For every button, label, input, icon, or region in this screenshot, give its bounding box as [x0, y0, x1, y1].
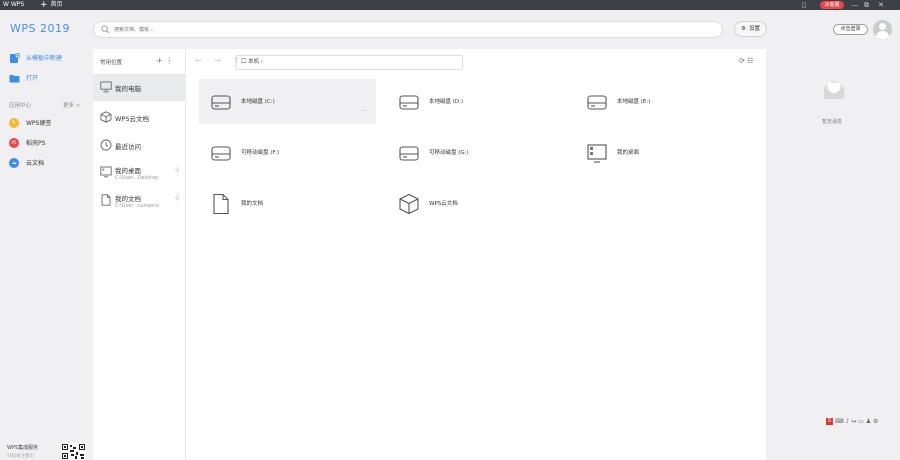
desktop-icon	[587, 144, 607, 163]
computer-small-icon: 🖵	[241, 59, 249, 65]
item-name: 我的文档	[241, 201, 264, 207]
recent-clock-icon	[100, 139, 112, 151]
hard-drive-icon	[399, 95, 419, 110]
integration-sub: 扫码关注我们	[7, 454, 34, 459]
skin-icon[interactable]: ▯	[802, 0, 806, 10]
documents-icon	[101, 194, 111, 206]
item-name: 本地磁盘 (D:)	[429, 99, 464, 105]
nav-item-label: 我的桌面	[115, 167, 141, 175]
nav-item-path: C:\User...cuments	[115, 203, 160, 209]
open-button[interactable]: 打开	[9, 73, 38, 84]
new-from-template-label: 从模板中新建	[26, 55, 63, 62]
apps-section-title: 应用中心	[9, 103, 32, 109]
hard-drive-icon	[587, 95, 607, 110]
folder-open-icon	[9, 73, 20, 84]
docer-ps-icon: PS	[9, 138, 19, 148]
removable-drive-icon	[399, 146, 419, 161]
nav-item-label: 我的文档	[115, 195, 141, 203]
more-options-icon[interactable]: ···	[362, 108, 368, 115]
location-nav: 常用位置 + ⋮ 我的电脑 WPS云文档 最近访问 我的桌面 C:\User..…	[93, 49, 186, 460]
add-tab-icon[interactable]: +	[40, 0, 48, 10]
nav-add-more-buttons[interactable]: + ⋮	[156, 56, 173, 65]
item-name: 可移动磁盘 (G:)	[429, 150, 469, 156]
cloud-doc-icon: ☁	[9, 158, 19, 168]
item-name: 本地磁盘 (E:)	[617, 99, 651, 105]
app-label: 稻壳PS	[26, 140, 46, 147]
file-content-area: ← → ↑ 🖵 本机 › ⟳ ☷ 本地磁盘 (C:) ··· 本地磁盘 (D:)…	[187, 49, 766, 460]
open-label: 打开	[26, 75, 39, 82]
maximize-button[interactable]: ⧉	[864, 0, 869, 10]
drive-item-c[interactable]: 本地磁盘 (C:) ···	[199, 79, 376, 124]
nav-item-label: 我的电脑	[115, 85, 141, 93]
search-icon	[101, 25, 110, 34]
system-tray: S ⌨ ♪ ↔ ▭ ♟ ⚙	[826, 418, 896, 427]
close-button[interactable]: ✕	[878, 0, 884, 10]
sticky-note-icon: ✎	[9, 118, 19, 128]
new-from-template-button[interactable]: 从模板中新建	[9, 52, 63, 64]
tab-home[interactable]: + 首页	[40, 0, 63, 10]
pin-icon[interactable]: ⚲	[175, 167, 179, 174]
settings-label: 设置	[748, 26, 760, 32]
search-input[interactable]	[114, 24, 414, 35]
message-envelope-icon	[824, 80, 844, 99]
item-name: WPS云文档	[429, 201, 458, 207]
app-item-cloud-doc[interactable]: ☁ 云文档	[9, 158, 44, 169]
folder-item-documents[interactable]: 我的文档	[199, 181, 376, 226]
app-label: 云文档	[26, 160, 45, 167]
nav-item-label: 最近访问	[115, 143, 141, 151]
nav-item-label: WPS云文档	[115, 115, 149, 123]
search-bar[interactable]	[93, 21, 723, 38]
nav-title: 常用位置	[100, 60, 123, 66]
address-path: 本机 ›	[248, 59, 264, 65]
pin-icon[interactable]: ⚲	[175, 195, 179, 202]
drive-item-e[interactable]: 本地磁盘 (E:)	[575, 79, 752, 124]
qr-code-icon	[61, 443, 86, 460]
nav-item-recent[interactable]: 最近访问	[93, 132, 186, 159]
tray-icons[interactable]: ⌨ ♪ ↔ ▭ ♟ ⚙	[835, 418, 878, 425]
nav-item-documents[interactable]: 我的文档 C:\User...cuments ⚲	[93, 187, 186, 214]
drive-item-f[interactable]: 可移动磁盘 (F:)	[199, 130, 376, 175]
nav-item-desktop[interactable]: 我的桌面 C:\User...Desktop ⚲	[93, 159, 186, 186]
login-button[interactable]: 点击登录	[833, 24, 868, 35]
app-logo: WPS 2019	[10, 22, 70, 35]
file-browser-panel: 常用位置 + ⋮ 我的电脑 WPS云文档 最近访问 我的桌面 C:\User..…	[93, 49, 766, 460]
path-toolbar: ← → ↑ 🖵 本机 › ⟳ ☷	[187, 55, 766, 70]
minimize-button[interactable]: —	[851, 0, 858, 10]
removable-drive-icon	[211, 146, 231, 161]
apps-more-link[interactable]: 更多 >	[63, 101, 80, 109]
app-label: WPS便签	[26, 120, 52, 127]
title-bar: W WPS + 首页 ▯ 冰客服 — ⧉ ✕	[0, 0, 900, 10]
settings-button[interactable]: ⚙ 设置	[734, 21, 767, 37]
drive-item-g[interactable]: 可移动磁盘 (G:)	[387, 130, 564, 175]
nav-item-my-computer[interactable]: 我的电脑	[93, 74, 186, 101]
app-item-docer-ps[interactable]: PS 稻壳PS	[9, 138, 45, 149]
desktop-icon	[100, 166, 112, 178]
drive-item-d[interactable]: 本地磁盘 (D:)	[387, 79, 564, 124]
membership-badge[interactable]: 冰客服	[820, 1, 844, 9]
hard-drive-icon	[211, 95, 231, 110]
address-bar[interactable]: 🖵 本机 ›	[235, 55, 463, 70]
empty-messages-text: 暂无消息	[822, 119, 843, 125]
settings-icon: ⚙	[741, 26, 746, 32]
sogou-ime-icon[interactable]: S	[826, 418, 833, 425]
avatar[interactable]	[873, 20, 892, 39]
integration-label: WPS集成服务	[7, 445, 39, 451]
folder-item-wps-cloud[interactable]: WPS云文档	[387, 181, 564, 226]
item-name: 可移动磁盘 (F:)	[241, 150, 280, 156]
item-name: 本地磁盘 (C:)	[241, 99, 275, 105]
nav-item-wps-cloud[interactable]: WPS云文档	[93, 104, 186, 131]
tab-wps[interactable]: W WPS	[3, 1, 24, 9]
cloud-box-icon	[100, 111, 112, 123]
tab-home-label: 首页	[50, 1, 63, 8]
app-item-sticky-note[interactable]: ✎ WPS便签	[9, 118, 51, 129]
refresh-view-buttons[interactable]: ⟳ ☷	[739, 57, 753, 65]
computer-icon	[100, 81, 112, 93]
new-from-template-icon	[9, 52, 21, 64]
cloud-box-icon	[399, 193, 419, 215]
document-icon	[213, 193, 229, 215]
item-name: 我的桌面	[617, 150, 640, 156]
folder-item-desktop[interactable]: 我的桌面	[575, 130, 752, 175]
nav-item-path: C:\User...Desktop	[115, 175, 159, 181]
